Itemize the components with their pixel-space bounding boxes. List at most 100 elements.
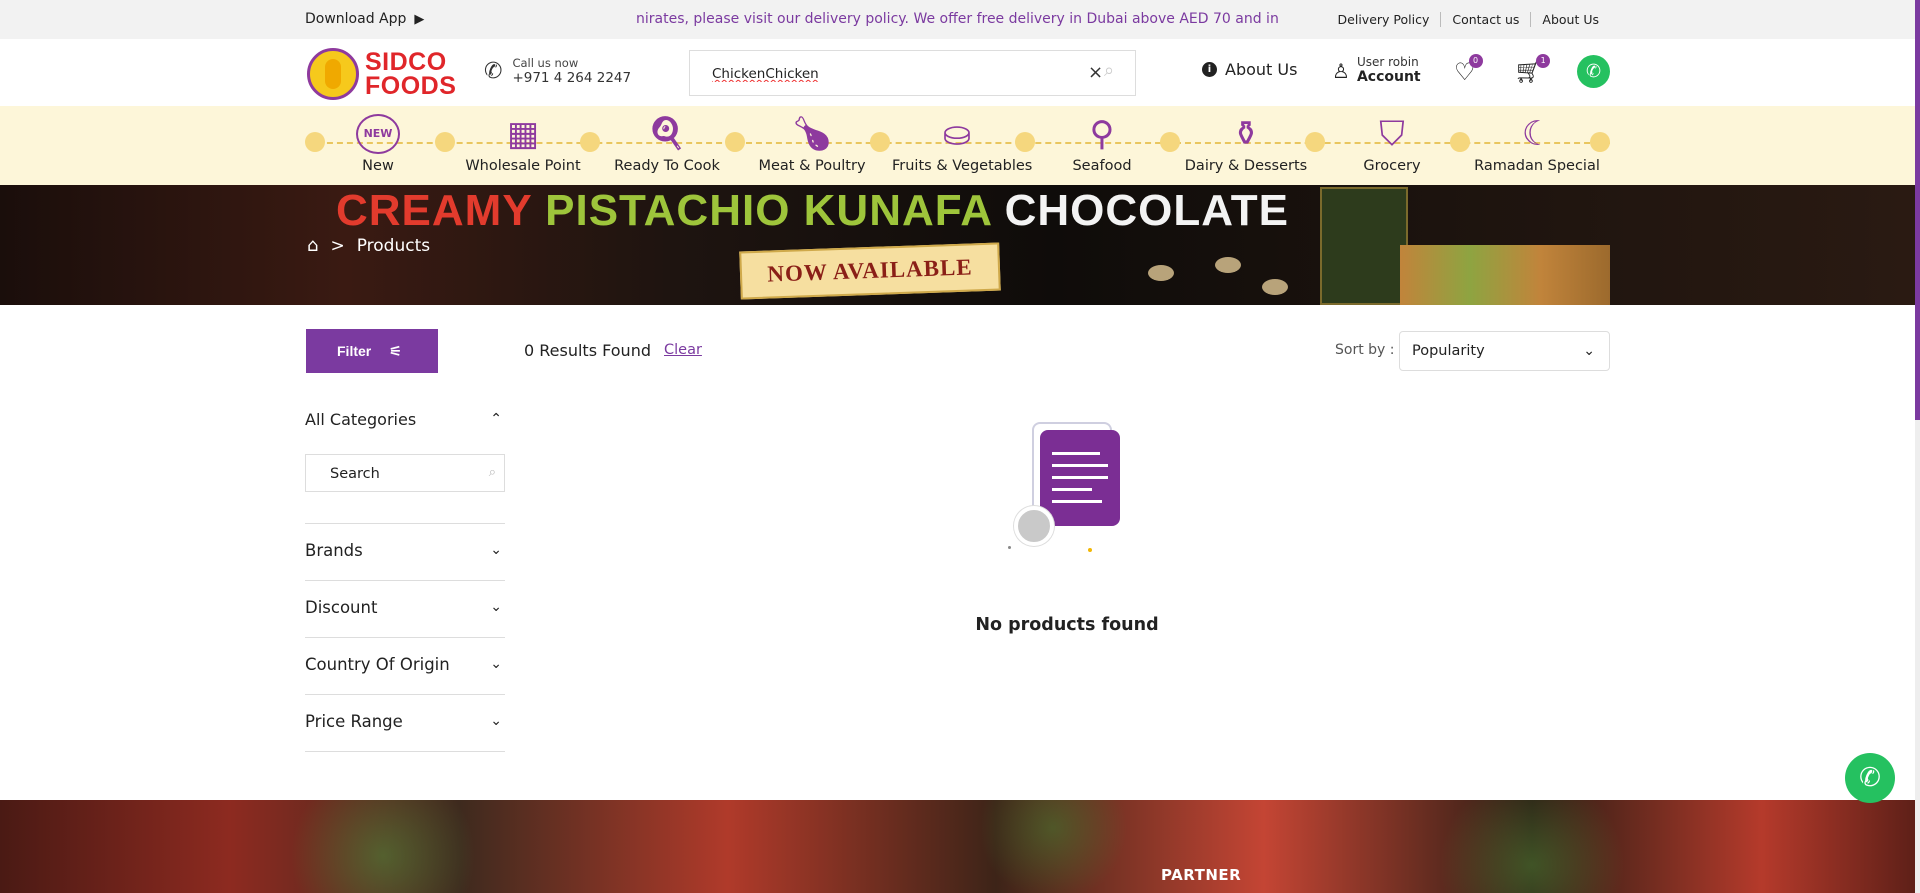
whatsapp-header-icon[interactable]: ✆ — [1577, 55, 1610, 88]
search-bar: × ⌕ — [689, 50, 1136, 96]
chicken-leg-icon: 🍗︎ — [790, 114, 834, 154]
filter-sliders-icon: ⚟ — [389, 342, 402, 359]
sidco-logo[interactable]: SIDCO FOODS — [307, 46, 457, 100]
chevron-down-icon: ⌄ — [490, 656, 502, 672]
category-label: Wholesale Point — [465, 158, 581, 174]
category-fruits-vegetables[interactable]: ⛀ Fruits & Vegetables — [892, 112, 1033, 174]
category-ramadan-special[interactable]: ☾ Ramadan Special — [1472, 112, 1602, 174]
pan-icon: 🍳︎ — [645, 114, 689, 154]
category-grocery[interactable]: ⛉ Grocery — [1327, 112, 1457, 174]
accordion-title: Brands — [305, 541, 363, 560]
milk-icon: ⚱ — [1231, 114, 1261, 154]
hero-title-word3: CHOCOLATE — [1004, 186, 1289, 235]
wishlist-button[interactable]: ♡ 0 — [1454, 54, 1483, 86]
hero-title: CREAMY PISTACHIO KUNAFA CHOCOLATE — [336, 186, 1289, 236]
cart-button[interactable]: 🛒︎ 1 — [1514, 54, 1551, 85]
clear-filters-link[interactable]: Clear — [664, 342, 702, 358]
cart-count-badge: 1 — [1536, 54, 1551, 68]
category-ready-to-cook[interactable]: 🍳︎ Ready To Cook — [602, 112, 732, 174]
top-links: Delivery Policy Contact us About Us — [1327, 12, 1610, 27]
filter-label: Filter — [337, 343, 372, 359]
sparkle-dot — [1008, 546, 1011, 549]
document-line — [1052, 488, 1092, 491]
phone-number: +971 4 264 2247 — [512, 70, 632, 86]
category-label: Meat & Poultry — [758, 158, 866, 174]
about-us-link[interactable]: i About Us — [1202, 60, 1297, 79]
account-label: Account — [1356, 69, 1421, 85]
sidebar-divider — [305, 751, 505, 752]
category-new[interactable]: NEW New — [313, 112, 443, 174]
partner-heading: PARTNER — [1161, 866, 1242, 884]
breadcrumb: ⌂ > Products — [307, 235, 430, 256]
announcement-marquee: nirates, please visit our delivery polic… — [636, 11, 1281, 27]
top-bar: Download App ▶ nirates, please visit our… — [0, 0, 1920, 39]
corn-mascot-icon — [307, 48, 359, 100]
filter-sidebar: All Categories ⌃ Search ⌕ — [305, 410, 505, 492]
category-wholesale-point[interactable]: ▦ Wholesale Point — [458, 112, 588, 174]
search-icon[interactable]: ⌕ — [1104, 60, 1114, 81]
sparkle-dot — [1088, 548, 1092, 552]
new-badge-icon: NEW — [352, 112, 404, 156]
now-available-ribbon: NOW AVAILABLE — [739, 242, 1001, 300]
user-greeting: User robin — [1356, 55, 1419, 69]
category-label: Ready To Cook — [614, 158, 720, 174]
hero-title-word2: PISTACHIO KUNAFA — [545, 186, 992, 235]
country-of-origin-accordion[interactable]: Country Of Origin ⌄ — [305, 637, 505, 694]
all-categories-header[interactable]: All Categories ⌃ — [305, 410, 505, 440]
call-us-label: Call us now — [512, 56, 579, 70]
sort-select[interactable]: Popularity ⌄ — [1399, 331, 1610, 371]
chevron-down-icon: ⌄ — [490, 599, 502, 615]
pistachio-decoration — [1215, 257, 1241, 273]
category-label: Dairy & Desserts — [1184, 158, 1308, 174]
search-input[interactable] — [712, 63, 1072, 85]
category-label: Grocery — [1363, 158, 1421, 174]
chevron-down-icon: ⌄ — [1583, 343, 1595, 359]
delivery-policy-link[interactable]: Delivery Policy — [1327, 12, 1441, 27]
hero-banner: CREAMY PISTACHIO KUNAFA CHOCOLATE NOW AV… — [0, 185, 1915, 305]
scrollbar-thumb[interactable] — [1915, 0, 1920, 420]
boxes-icon: ▦ — [506, 114, 540, 154]
accordion-title: Price Range — [305, 712, 403, 731]
category-dairy-desserts[interactable]: ⚱ Dairy & Desserts — [1181, 112, 1311, 174]
play-store-icon[interactable]: ▶ — [414, 12, 424, 27]
pistachio-decoration — [1148, 265, 1174, 281]
about-us-label: About Us — [1225, 60, 1298, 79]
category-label: New — [362, 158, 394, 174]
category-label: Seafood — [1072, 158, 1132, 174]
category-label: Fruits & Vegetables — [892, 158, 1033, 174]
filter-button[interactable]: Filter ⚟ — [306, 329, 438, 373]
chevron-down-icon: ⌄ — [490, 542, 502, 558]
results-count: 0 Results Found — [524, 341, 651, 360]
grocery-bag-icon: ⛉ — [1379, 114, 1405, 154]
footer-banner-image — [0, 800, 1915, 893]
home-icon[interactable]: ⌂ — [307, 235, 318, 256]
category-seafood[interactable]: ⚲ Seafood — [1037, 112, 1167, 174]
price-range-accordion[interactable]: Price Range ⌄ — [305, 694, 505, 751]
breadcrumb-current: Products — [356, 235, 431, 256]
clear-search-icon[interactable]: × — [1088, 62, 1103, 83]
document-line — [1052, 500, 1102, 503]
whatsapp-float-button[interactable]: ✆ — [1845, 753, 1895, 803]
document-line — [1052, 452, 1100, 455]
basket-icon: ⛀ — [942, 114, 972, 154]
chocolate-pieces-image — [1400, 245, 1610, 305]
logo-text-line2: FOODS — [365, 72, 457, 100]
account-menu[interactable]: ♙ User robin Account — [1332, 55, 1421, 86]
kunafa-product-image — [1320, 187, 1408, 305]
chevron-up-icon: ⌃ — [490, 411, 502, 427]
fish-plate-icon: ⚲ — [1089, 114, 1115, 154]
user-icon: ♙ — [1332, 58, 1350, 83]
pistachio-decoration — [1262, 279, 1288, 295]
accordion-title: Country Of Origin — [305, 655, 450, 674]
sort-value: Popularity — [1412, 343, 1485, 359]
all-categories-label: All Categories — [305, 410, 417, 429]
call-us[interactable]: ✆ Call us now +971 4 264 2247 — [484, 56, 632, 87]
contact-us-link[interactable]: Contact us — [1440, 12, 1530, 27]
about-us-top-link[interactable]: About Us — [1530, 12, 1610, 27]
hero-title-word1: CREAMY — [336, 186, 532, 235]
category-search-input[interactable]: Search ⌕ — [305, 454, 505, 492]
document-line — [1052, 476, 1108, 479]
download-app: Download App ▶ — [305, 11, 432, 27]
category-meat-poultry[interactable]: 🍗︎ Meat & Poultry — [747, 112, 877, 174]
brands-accordion[interactable]: Brands ⌄ — [305, 523, 505, 580]
